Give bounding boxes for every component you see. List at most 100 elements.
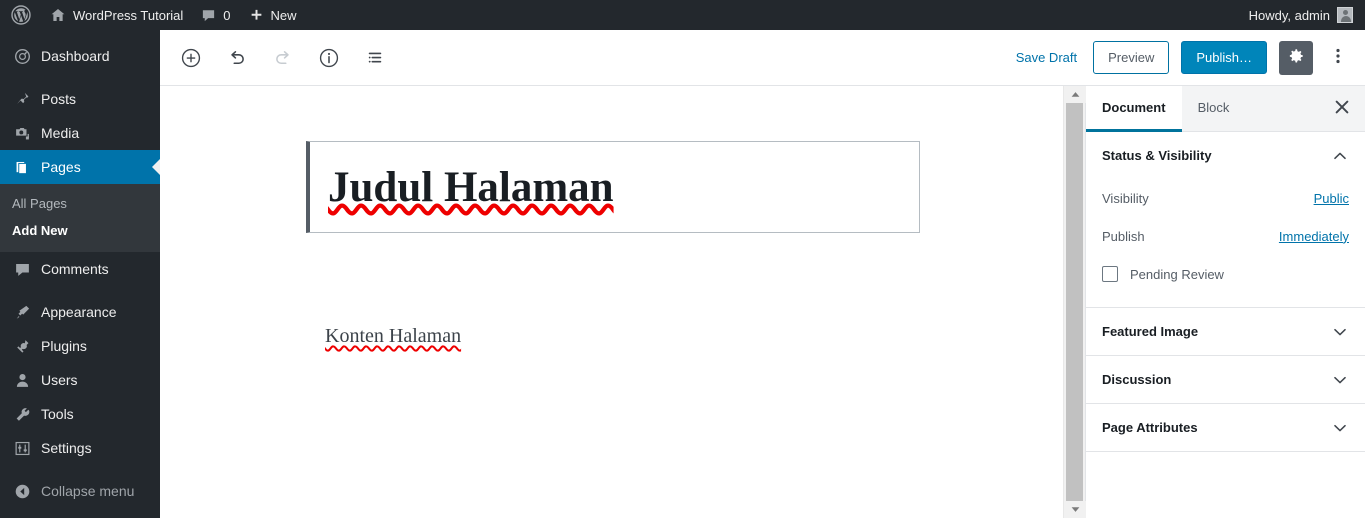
panel-featured-image-header[interactable]: Featured Image	[1086, 308, 1365, 355]
row-visibility: Visibility Public	[1102, 179, 1349, 217]
sidebar-item-appearance[interactable]: Appearance	[0, 295, 160, 329]
settings-sidebar: Document Block Status & Visibility Visib…	[1085, 85, 1365, 518]
submenu-item-add-new[interactable]: Add New	[0, 217, 160, 244]
post-title-block[interactable]: Judul Halaman	[306, 141, 920, 233]
row-pending-review[interactable]: Pending Review	[1102, 255, 1349, 293]
post-title-text[interactable]: Judul Halaman	[310, 166, 614, 209]
my-account-menu[interactable]: Howdy, admin	[1240, 0, 1353, 30]
sidebar-label: Users	[41, 372, 78, 388]
undo-button[interactable]	[220, 41, 254, 75]
sidebar-item-comments[interactable]: Comments	[0, 252, 160, 286]
new-content-menu[interactable]: New	[240, 0, 306, 30]
publish-label: Publish	[1102, 228, 1145, 244]
tab-block[interactable]: Block	[1182, 86, 1246, 132]
sidebar-label: Appearance	[41, 304, 117, 320]
panel-featured-image: Featured Image	[1086, 308, 1365, 356]
row-publish: Publish Immediately	[1102, 217, 1349, 255]
sidebar-label: Dashboard	[41, 48, 110, 64]
sidebar-item-media[interactable]: Media	[0, 116, 160, 150]
redo-button[interactable]	[266, 41, 300, 75]
scrollbar-thumb[interactable]	[1066, 103, 1083, 501]
sidebar-label: Plugins	[41, 338, 87, 354]
comment-bubble-icon	[12, 261, 32, 278]
pending-review-label: Pending Review	[1130, 266, 1224, 282]
sidebar-item-settings[interactable]: Settings	[0, 431, 160, 465]
chevron-down-icon	[1331, 323, 1349, 341]
paintbrush-icon	[12, 304, 32, 321]
media-camera-music-icon	[12, 125, 32, 142]
panel-status-visibility-header[interactable]: Status & Visibility	[1086, 132, 1365, 179]
close-x-icon	[1335, 100, 1349, 117]
admin-bar: WordPress Tutorial 0 New Howdy, admin	[0, 0, 1365, 30]
site-name-menu[interactable]: WordPress Tutorial	[41, 0, 192, 30]
comments-menu[interactable]: 0	[192, 0, 239, 30]
editor-header-toolbar: Save Draft Preview Publish…	[160, 30, 1365, 86]
block-editor: Save Draft Preview Publish… Judul Halama…	[160, 30, 1365, 518]
sidebar-label: Tools	[41, 406, 74, 422]
submenu-label: Add New	[12, 223, 68, 238]
more-menu-button[interactable]	[1325, 41, 1351, 75]
visibility-value-button[interactable]: Public	[1314, 191, 1349, 206]
panel-title: Page Attributes	[1102, 420, 1198, 435]
panel-page-attributes: Page Attributes	[1086, 404, 1365, 452]
publish-date-button[interactable]: Immediately	[1279, 229, 1349, 244]
settings-toggle-button[interactable]	[1279, 40, 1313, 75]
submenu-item-all-pages[interactable]: All Pages	[0, 190, 160, 217]
editor-scrollbar[interactable]	[1063, 86, 1086, 518]
sidebar-label: Media	[41, 125, 80, 141]
sidebar-label: Pages	[41, 159, 81, 175]
close-settings-button[interactable]	[1327, 94, 1357, 124]
block-navigation-button[interactable]	[358, 41, 392, 75]
content-info-button[interactable]	[312, 41, 346, 75]
visibility-label: Visibility	[1102, 190, 1149, 206]
user-icon	[12, 372, 32, 389]
add-block-button[interactable]	[174, 41, 208, 75]
sidebar-label: Settings	[41, 440, 92, 456]
user-avatar-icon	[1337, 7, 1353, 23]
plug-icon	[12, 338, 32, 355]
wordpress-logo-button[interactable]	[0, 0, 41, 30]
preview-button[interactable]: Preview	[1093, 41, 1170, 74]
wordpress-logo-icon	[11, 5, 31, 25]
chevron-up-icon	[1331, 147, 1349, 165]
sidebar-item-posts[interactable]: Posts	[0, 82, 160, 116]
panel-discussion-header[interactable]: Discussion	[1086, 356, 1365, 403]
comments-count: 0	[223, 7, 231, 23]
menu-spacer-3	[0, 465, 160, 474]
new-content-label: New	[270, 7, 297, 23]
arrow-left-circle-icon	[12, 483, 32, 500]
sidebar-item-tools[interactable]: Tools	[0, 397, 160, 431]
settings-tabs: Document Block	[1086, 85, 1365, 132]
chevron-down-icon	[1331, 419, 1349, 437]
scroll-up-arrow-icon[interactable]	[1064, 86, 1086, 103]
sliders-icon	[12, 440, 32, 457]
editor-tools-group	[160, 41, 392, 75]
editor-canvas[interactable]: Judul Halaman Konten Halaman	[160, 86, 1063, 518]
checkbox-unchecked-icon[interactable]	[1102, 266, 1118, 282]
panel-title: Featured Image	[1102, 324, 1199, 339]
wrench-icon	[12, 406, 32, 423]
publish-button[interactable]: Publish…	[1181, 41, 1267, 74]
home-icon	[50, 7, 66, 23]
collapse-menu-button[interactable]: Collapse menu	[0, 474, 160, 508]
dashboard-gauge-icon	[12, 48, 32, 65]
admin-sidebar-menu: Dashboard Posts Media Pages All Pages Ad…	[0, 30, 160, 518]
scroll-down-arrow-icon[interactable]	[1064, 501, 1086, 518]
tab-document[interactable]: Document	[1086, 85, 1182, 132]
sidebar-label: Comments	[41, 261, 109, 277]
pin-icon	[12, 91, 32, 108]
site-name-label: WordPress Tutorial	[73, 7, 184, 23]
sidebar-item-plugins[interactable]: Plugins	[0, 329, 160, 363]
howdy-label: Howdy, admin	[1248, 7, 1330, 23]
menu-spacer-1	[0, 73, 160, 82]
panel-discussion: Discussion	[1086, 356, 1365, 404]
panel-status-visibility-body: Visibility Public Publish Immediately Pe…	[1086, 179, 1365, 307]
sidebar-item-pages[interactable]: Pages	[0, 150, 160, 184]
panel-title: Discussion	[1102, 372, 1172, 387]
paragraph-block-text[interactable]: Konten Halaman	[325, 325, 461, 348]
sidebar-item-dashboard[interactable]: Dashboard	[0, 39, 160, 73]
submenu-label: All Pages	[12, 196, 67, 211]
sidebar-item-users[interactable]: Users	[0, 363, 160, 397]
panel-page-attributes-header[interactable]: Page Attributes	[1086, 404, 1365, 451]
save-draft-button[interactable]: Save Draft	[1012, 44, 1081, 71]
